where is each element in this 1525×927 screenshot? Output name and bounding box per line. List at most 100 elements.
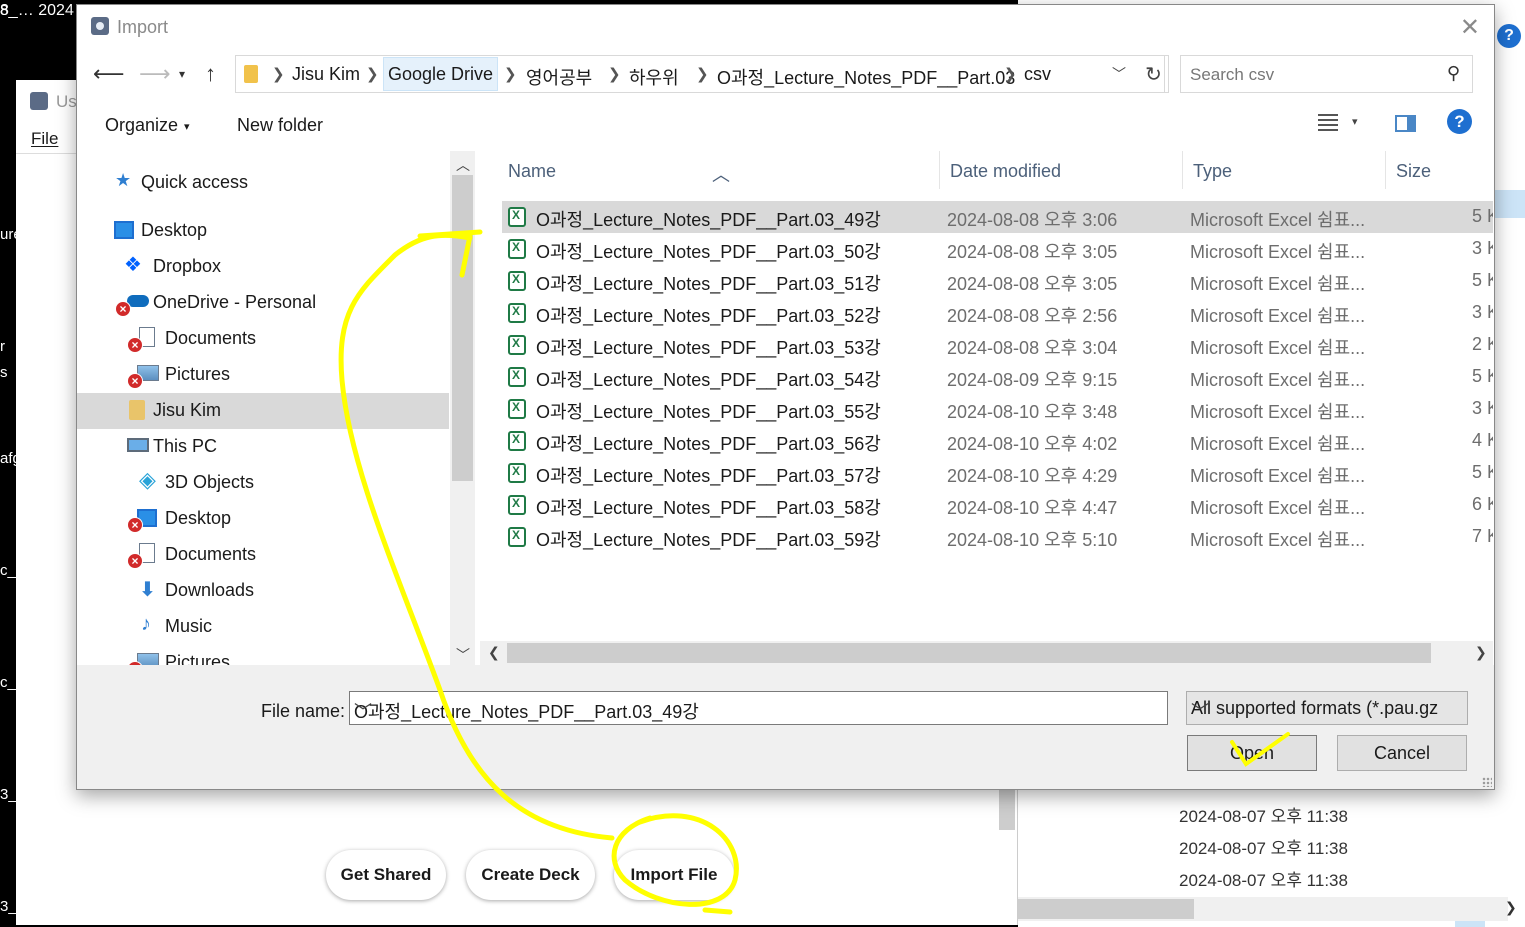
nav-item-desktop[interactable]: Desktop	[77, 213, 449, 249]
file-row[interactable]: O과정_Lecture_Notes_PDF__Part.03_49강 2024-…	[502, 201, 1493, 233]
search-box[interactable]: Search csv ⚲	[1180, 55, 1473, 93]
resize-grip-icon[interactable]	[1482, 777, 1492, 787]
column-name[interactable]: Name	[508, 161, 556, 182]
forward-arrow-icon[interactable]: ⟶	[139, 61, 171, 87]
nav-item-pictures[interactable]: × Pictures	[77, 357, 449, 393]
file-name: O과정_Lecture_Notes_PDF__Part.03_53강	[536, 338, 881, 358]
chevron-right-icon[interactable]: ❯	[1505, 899, 1517, 916]
file-type-select[interactable]: All supported formats (*.pau.gz ﹀	[1186, 691, 1468, 725]
file-name-field[interactable]: O과정_Lecture_Notes_PDF__Part.03_49강 ﹀	[349, 691, 1168, 725]
file-name: O과정_Lecture_Notes_PDF__Part.03_52강	[536, 306, 881, 326]
nav-item-onedrive[interactable]: × OneDrive - Personal	[77, 285, 449, 321]
excel-csv-file-icon	[508, 495, 526, 515]
cancel-button[interactable]: Cancel	[1337, 735, 1467, 771]
nav-item-quick-access[interactable]: ★ Quick access	[77, 165, 449, 201]
column-size[interactable]: Size	[1396, 161, 1431, 182]
file-type: Microsoft Excel 쉼표...	[1190, 498, 1366, 518]
breadcrumb-english-study[interactable]: 영어공부	[526, 64, 592, 90]
chevron-up-icon[interactable]: ︿	[456, 155, 470, 175]
column-divider[interactable]	[1182, 151, 1183, 189]
dropbox-icon: ❖	[124, 254, 142, 276]
column-date-modified[interactable]: Date modified	[950, 161, 1061, 182]
preview-pane-icon[interactable]	[1395, 115, 1416, 132]
back-arrow-icon[interactable]: ⟵	[93, 61, 125, 87]
chevron-left-icon[interactable]: ❮	[488, 644, 500, 661]
file-type: Microsoft Excel 쉼표...	[1190, 434, 1366, 454]
chevron-right-icon[interactable]: ❯	[366, 65, 379, 83]
chevron-down-icon[interactable]: ﹀	[354, 698, 1159, 724]
file-date: 2024-08-08 오후 3:05	[947, 242, 1118, 262]
nav-item-3d-objects[interactable]: ◈ 3D Objects	[77, 465, 449, 501]
menu-file[interactable]: File	[31, 129, 58, 149]
column-type[interactable]: Type	[1193, 161, 1232, 182]
refresh-icon[interactable]: ↻	[1139, 55, 1169, 93]
chevron-right-icon[interactable]: ❯	[272, 65, 285, 83]
excel-csv-file-icon	[508, 463, 526, 483]
chevron-right-icon[interactable]: ❯	[696, 65, 709, 83]
excel-csv-file-icon	[508, 527, 526, 547]
bg-vertical-scroll-thumb[interactable]	[999, 790, 1015, 830]
file-row[interactable]: O과정_Lecture_Notes_PDF__Part.03_54강 2024-…	[502, 361, 1493, 393]
bg-scroll-thumb[interactable]	[1018, 899, 1194, 919]
file-list-scroll-thumb[interactable]	[507, 643, 1431, 663]
nav-item-documents[interactable]: × Documents	[77, 321, 449, 357]
view-options-icon[interactable]	[1318, 113, 1338, 131]
nav-item-label: 3D Objects	[165, 472, 255, 492]
file-type: Microsoft Excel 쉼표...	[1190, 242, 1366, 262]
file-row[interactable]: O과정_Lecture_Notes_PDF__Part.03_58강 2024-…	[502, 489, 1493, 521]
navigation-bar: ⟵ ⟶ ▾ ↑ ❯ Jisu Kim ❯ Google Drive ❯ 영어공부…	[77, 55, 1494, 95]
file-row[interactable]: O과정_Lecture_Notes_PDF__Part.03_56강 2024-…	[502, 425, 1493, 457]
file-row[interactable]: O과정_Lecture_Notes_PDF__Part.03_57강 2024-…	[502, 457, 1493, 489]
chevron-down-icon[interactable]: ﹀	[456, 645, 470, 665]
file-name: O과정_Lecture_Notes_PDF__Part.03_54강	[536, 370, 881, 390]
nav-item-music[interactable]: ♪ Music	[77, 609, 449, 645]
column-divider[interactable]	[1385, 151, 1386, 189]
bg-help-icon[interactable]: ?	[1497, 24, 1521, 48]
file-row[interactable]: O과정_Lecture_Notes_PDF__Part.03_51강 2024-…	[502, 265, 1493, 297]
organize-label: Organize	[105, 115, 179, 135]
search-icon[interactable]: ⚲	[1447, 63, 1460, 84]
recent-locations-dropdown-icon[interactable]: ▾	[179, 67, 185, 81]
chevron-down-icon[interactable]: ﹀	[1104, 56, 1134, 92]
breadcrumb-csv[interactable]: csv	[1024, 64, 1051, 85]
create-deck-button[interactable]: Create Deck	[466, 850, 595, 900]
up-arrow-icon[interactable]: ↑	[205, 61, 216, 87]
search-input[interactable]: Search csv	[1190, 65, 1274, 85]
breadcrumb-lecture-notes[interactable]: O과정_Lecture_Notes_PDF__Part.03	[717, 64, 1015, 90]
import-file-button[interactable]: Import File	[614, 850, 734, 900]
breadcrumb-hauwi[interactable]: 하우위	[629, 64, 679, 90]
breadcrumb-google-drive[interactable]: Google Drive	[383, 57, 499, 91]
nav-item-desktop-pc[interactable]: × Desktop	[77, 501, 449, 537]
nav-item-documents-pc[interactable]: × Documents	[77, 537, 449, 573]
file-row[interactable]: O과정_Lecture_Notes_PDF__Part.03_59강 2024-…	[502, 521, 1493, 553]
file-row[interactable]: O과정_Lecture_Notes_PDF__Part.03_50강 2024-…	[502, 233, 1493, 265]
chevron-right-icon[interactable]: ❯	[504, 65, 517, 83]
sort-ascending-icon: ︿	[712, 165, 730, 185]
chevron-down-icon[interactable]: ▾	[1352, 115, 1358, 128]
nav-item-label: Quick access	[141, 172, 249, 192]
breadcrumb-jisu-kim[interactable]: Jisu Kim	[292, 64, 360, 85]
nav-item-pictures-pc[interactable]: × Pictures	[77, 645, 449, 665]
nav-item-dropbox[interactable]: ❖ Dropbox	[77, 249, 449, 285]
organize-menu[interactable]: Organize ▾	[105, 115, 190, 136]
nav-item-jisu-kim[interactable]: Jisu Kim	[77, 393, 449, 429]
navigation-scroll-thumb[interactable]	[452, 175, 473, 481]
chevron-down-icon[interactable]: ﹀	[1191, 698, 1443, 724]
chevron-right-icon[interactable]: ❯	[608, 65, 621, 83]
nav-item-this-pc[interactable]: This PC	[77, 429, 449, 465]
file-row[interactable]: O과정_Lecture_Notes_PDF__Part.03_55강 2024-…	[502, 393, 1493, 425]
close-icon[interactable]: ✕	[1460, 13, 1480, 42]
address-bar[interactable]: ❯ Jisu Kim ❯ Google Drive ❯ 영어공부 ❯ 하우위 ❯…	[235, 55, 1165, 93]
bg-selection	[1455, 921, 1485, 927]
new-folder-button[interactable]: New folder	[237, 115, 323, 136]
help-icon[interactable]: ?	[1447, 109, 1472, 134]
get-shared-button[interactable]: Get Shared	[326, 850, 446, 900]
file-name: O과정_Lecture_Notes_PDF__Part.03_49강	[536, 210, 881, 230]
chevron-right-icon[interactable]: ❯	[1475, 644, 1487, 661]
chevron-right-icon[interactable]: ❯	[1004, 65, 1017, 83]
column-divider[interactable]	[939, 151, 940, 189]
open-button[interactable]: Open	[1187, 735, 1317, 771]
nav-item-downloads[interactable]: ⬇ Downloads	[77, 573, 449, 609]
file-row[interactable]: O과정_Lecture_Notes_PDF__Part.03_52강 2024-…	[502, 297, 1493, 329]
file-row[interactable]: O과정_Lecture_Notes_PDF__Part.03_53강 2024-…	[502, 329, 1493, 361]
